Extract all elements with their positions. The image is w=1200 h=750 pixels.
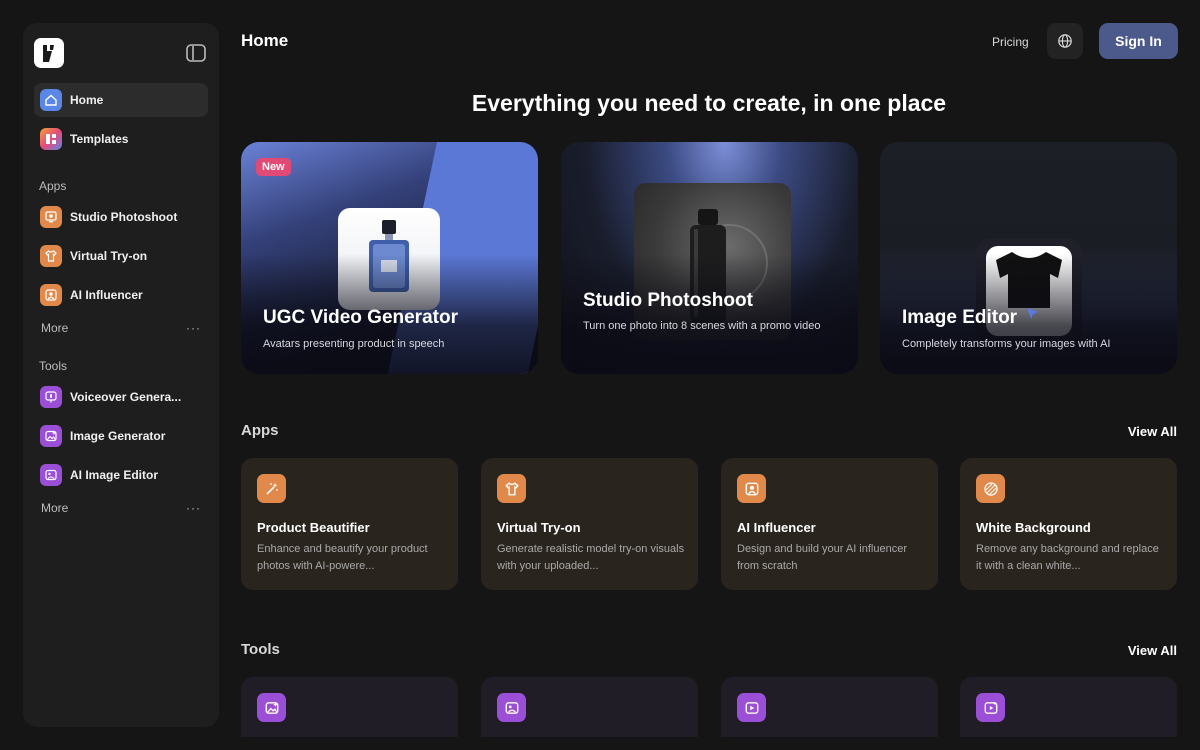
app-card-ai-influencer[interactable]: AI Influencer Design and build your AI i…	[721, 458, 938, 590]
hero-headline: Everything you need to create, in one pl…	[471, 90, 947, 116]
more-label: More	[41, 501, 69, 515]
feature-title: Studio Photoshoot	[583, 290, 753, 311]
image-sparkle-icon	[257, 693, 286, 722]
sidebar-item-label: Virtual Try-on	[70, 249, 148, 263]
app-description: Design and build your AI influencer from…	[737, 543, 907, 572]
sidebar-item-ai-influencer[interactable]: AI Influencer	[34, 278, 208, 312]
background-icon	[976, 474, 1005, 503]
image-edit-icon	[497, 693, 526, 722]
feature-card-ugc-video-generator[interactable]: New UGC Video Generator Avatars presenti…	[241, 142, 538, 374]
video-sparkle-icon	[976, 693, 1005, 722]
globe-icon	[1058, 34, 1072, 48]
influencer-icon	[40, 284, 62, 306]
sidebar-item-home[interactable]: Home	[34, 83, 208, 117]
tool-card[interactable]	[241, 677, 458, 737]
feature-subtitle: Turn one photo into 8 scenes with a prom…	[583, 320, 821, 332]
tool-card[interactable]	[721, 677, 938, 737]
influencer-icon	[737, 474, 766, 503]
apps-section-heading: Apps	[241, 422, 279, 439]
magic-wand-icon	[257, 474, 286, 503]
new-badge: New	[256, 158, 291, 176]
sidebar-item-label: AI Image Editor	[70, 468, 159, 482]
more-dots-icon: ···	[186, 321, 201, 335]
cursor-icon	[1027, 308, 1038, 319]
feature-title: UGC Video Generator	[263, 307, 458, 328]
templates-icon	[40, 128, 62, 150]
feature-subtitle: Avatars presenting product in speech	[263, 338, 445, 350]
language-button[interactable]	[1047, 23, 1083, 59]
sidebar-section-apps: Apps	[39, 179, 67, 193]
home-icon	[40, 89, 62, 111]
feature-card-studio-photoshoot[interactable]: Studio Photoshoot Turn one photo into 8 …	[561, 142, 858, 374]
app-title: White Background	[976, 520, 1091, 535]
tool-card[interactable]	[481, 677, 698, 737]
sidebar-item-label: Home	[70, 93, 104, 107]
more-dots-icon: ···	[186, 501, 201, 515]
sidebar-item-label: Image Generator	[70, 429, 166, 443]
sidebar-item-image-generator[interactable]: Image Generator	[34, 419, 208, 453]
sidebar-tools-more[interactable]: More ···	[41, 501, 201, 515]
feature-subtitle: Completely transforms your images with A…	[902, 338, 1111, 350]
image-editor-icon	[40, 464, 62, 486]
page-title: Home	[241, 31, 289, 50]
app-description: Generate realistic model try-on visuals …	[497, 543, 685, 572]
sidebar-apps-more[interactable]: More ···	[41, 321, 201, 335]
sidebar-item-voiceover-generator[interactable]: Voiceover Genera...	[34, 380, 208, 414]
sidebar: Home Templates Apps Studio Photoshoot Vi…	[23, 23, 219, 727]
image-generator-icon	[40, 425, 62, 447]
logo[interactable]	[34, 38, 64, 68]
sidebar-section-tools: Tools	[39, 359, 68, 373]
pricing-link[interactable]: Pricing	[992, 35, 1029, 49]
sign-in-button[interactable]: Sign In	[1099, 23, 1178, 59]
shirt-icon	[497, 474, 526, 503]
more-label: More	[41, 321, 69, 335]
app-description: Enhance and beautify your product photos…	[257, 543, 428, 572]
image-video-icon	[737, 693, 766, 722]
voiceover-icon	[40, 386, 62, 408]
sidebar-item-label: AI Influencer	[70, 288, 143, 302]
feature-title: Image Editor	[902, 307, 1018, 328]
feature-card-image-editor[interactable]: Image Editor Completely transforms your …	[880, 142, 1177, 374]
sidebar-item-studio-photoshoot[interactable]: Studio Photoshoot	[34, 200, 208, 234]
app-description: Remove any background and replace it wit…	[976, 543, 1159, 572]
shirt-icon	[40, 245, 62, 267]
sidebar-item-label: Templates	[70, 132, 129, 146]
photoshoot-icon	[40, 206, 62, 228]
sidebar-item-label: Voiceover Genera...	[70, 390, 182, 404]
sidebar-toggle-icon[interactable]	[185, 43, 207, 63]
sidebar-item-ai-image-editor[interactable]: AI Image Editor	[34, 458, 208, 492]
app-title: AI Influencer	[737, 520, 816, 535]
sidebar-item-templates[interactable]: Templates	[34, 122, 208, 156]
app-title: Virtual Try-on	[497, 520, 581, 535]
tool-card[interactable]	[960, 677, 1177, 737]
sidebar-item-virtual-try-on[interactable]: Virtual Try-on	[34, 239, 208, 273]
app-card-white-background[interactable]: White Background Remove any background a…	[960, 458, 1177, 590]
tools-view-all-link[interactable]: View All	[1128, 643, 1177, 658]
sidebar-item-label: Studio Photoshoot	[70, 210, 178, 224]
app-card-product-beautifier[interactable]: Product Beautifier Enhance and beautify …	[241, 458, 458, 590]
tools-section-heading: Tools	[241, 641, 280, 658]
app-card-virtual-try-on[interactable]: Virtual Try-on Generate realistic model …	[481, 458, 698, 590]
card-overlay	[561, 254, 858, 374]
app-title: Product Beautifier	[257, 520, 370, 535]
apps-view-all-link[interactable]: View All	[1128, 424, 1177, 439]
